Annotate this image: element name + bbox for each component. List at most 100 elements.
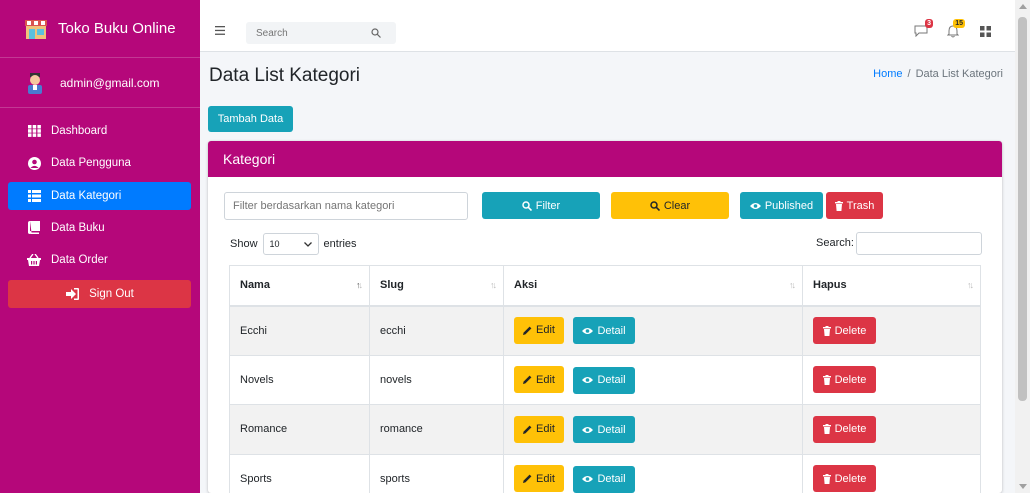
filter-category-input[interactable] bbox=[224, 192, 468, 220]
sidebar-item-data-pengguna[interactable]: Data Pengguna bbox=[8, 149, 191, 177]
table-row: Novels novels Edit Detail Delete bbox=[229, 355, 981, 405]
cell-nama: Ecchi bbox=[229, 305, 370, 356]
trash-icon bbox=[822, 325, 831, 336]
delete-label: Delete bbox=[834, 373, 867, 386]
cell-aksi: Edit Detail bbox=[503, 355, 803, 405]
edit-button[interactable]: Edit bbox=[514, 316, 564, 344]
cell-aksi: Edit Detail bbox=[503, 305, 803, 356]
breadcrumb-home-link[interactable]: Home bbox=[873, 68, 902, 80]
sign-out-label: Sign Out bbox=[89, 288, 134, 301]
column-header-label: Aksi bbox=[514, 279, 538, 292]
cell-slug: ecchi bbox=[369, 305, 504, 356]
book-icon bbox=[27, 221, 41, 235]
delete-button[interactable]: Delete bbox=[813, 317, 876, 344]
sidebar-item-label: Data Order bbox=[51, 254, 108, 267]
eye-icon bbox=[582, 327, 594, 335]
scroll-up-icon[interactable] bbox=[1019, 4, 1027, 9]
entries-select[interactable]: 10 bbox=[262, 233, 319, 255]
detail-button[interactable]: Detail bbox=[573, 416, 635, 443]
basket-icon bbox=[27, 253, 41, 267]
clear-button[interactable]: Clear bbox=[611, 192, 729, 219]
sidebar-item-data-order[interactable]: Data Order bbox=[8, 246, 191, 274]
table-header-row: Nama ↑↓ Slug ↑↓ Aksi ↑↓ Hapus ↑↓ bbox=[229, 265, 981, 307]
edit-label: Edit bbox=[536, 324, 555, 337]
apps-grid-icon[interactable] bbox=[975, 22, 995, 40]
card-title: Kategori bbox=[223, 151, 276, 167]
brand[interactable]: Toko Buku Online bbox=[0, 0, 200, 58]
trash-button[interactable]: Trash bbox=[826, 192, 883, 219]
detail-label: Detail bbox=[597, 423, 626, 436]
sidebar-nav: Dashboard Data Pengguna Data Kategori Da… bbox=[0, 117, 200, 309]
cell-hapus: Delete bbox=[802, 305, 981, 356]
table-row: Sports sports Edit Detail Delete bbox=[229, 454, 981, 493]
topbar-search bbox=[246, 22, 396, 44]
delete-button[interactable]: Delete bbox=[813, 415, 876, 443]
detail-button[interactable]: Detail bbox=[573, 366, 635, 394]
edit-button[interactable]: Edit bbox=[514, 366, 564, 393]
edit-button[interactable]: Edit bbox=[514, 465, 564, 492]
table-search-input[interactable] bbox=[856, 232, 982, 255]
trash-icon bbox=[822, 424, 831, 435]
messages-button[interactable]: 3 bbox=[911, 19, 933, 40]
sign-out-button[interactable]: Sign Out bbox=[8, 280, 191, 309]
detail-button[interactable]: Detail bbox=[573, 465, 635, 493]
cell-slug: novels bbox=[369, 355, 504, 405]
search-input[interactable] bbox=[246, 22, 366, 44]
user-circle-icon bbox=[27, 156, 41, 170]
sidebar-item-dashboard[interactable]: Dashboard bbox=[8, 117, 191, 145]
trash-button-label: Trash bbox=[846, 199, 875, 212]
delete-button[interactable]: Delete bbox=[813, 465, 876, 493]
edit-button[interactable]: Edit bbox=[514, 415, 564, 443]
scrollbar-thumb[interactable] bbox=[1018, 17, 1027, 401]
user-panel[interactable]: admin@gmail.com bbox=[0, 58, 200, 108]
cell-nama: Romance bbox=[229, 404, 370, 455]
filter-button[interactable]: Filter bbox=[482, 192, 600, 219]
sidebar-item-data-buku[interactable]: Data Buku bbox=[8, 214, 191, 242]
breadcrumb-current: Data List Kategori bbox=[915, 68, 1003, 80]
cell-hapus: Delete bbox=[802, 454, 981, 493]
sidebar-item-label: Data Pengguna bbox=[51, 157, 131, 170]
sort-asc-icon: ↑↓ bbox=[356, 280, 363, 290]
cell-slug: romance bbox=[369, 404, 504, 455]
pencil-icon bbox=[523, 375, 532, 384]
column-header-nama[interactable]: Nama ↑↓ bbox=[229, 265, 370, 307]
delete-button[interactable]: Delete bbox=[813, 366, 876, 394]
table-search-label: Search: bbox=[816, 237, 854, 249]
notifications-button[interactable]: 15 bbox=[943, 19, 965, 40]
column-header-label: Slug bbox=[380, 279, 404, 292]
column-header-label: Nama bbox=[240, 279, 270, 292]
card-header: Kategori bbox=[208, 141, 1002, 177]
table-row: Ecchi ecchi Edit Detail Delete bbox=[229, 305, 981, 356]
pencil-icon bbox=[523, 425, 532, 434]
topbar-icons: 3 15 bbox=[899, 19, 995, 40]
sort-icon: ↑↓ bbox=[967, 280, 974, 290]
add-data-button[interactable]: Tambah Data bbox=[208, 106, 293, 132]
eye-icon bbox=[582, 426, 594, 434]
hamburger-menu-icon[interactable] bbox=[215, 24, 225, 35]
sidebar-item-label: Dashboard bbox=[51, 125, 108, 137]
published-button[interactable]: Published bbox=[740, 192, 823, 219]
cell-hapus: Delete bbox=[802, 404, 981, 455]
column-header-slug[interactable]: Slug ↑↓ bbox=[369, 265, 504, 307]
scroll-down-icon[interactable] bbox=[1019, 484, 1027, 489]
list-icon bbox=[27, 189, 41, 203]
notifications-badge: 15 bbox=[953, 19, 965, 28]
breadcrumb: Home / Data List Kategori bbox=[873, 68, 1003, 80]
column-header-label: Hapus bbox=[813, 279, 847, 292]
sort-icon: ↑↓ bbox=[490, 280, 497, 290]
sidebar-item-data-kategori[interactable]: Data Kategori bbox=[8, 181, 191, 210]
sidebar-item-label: Data Buku bbox=[51, 221, 105, 234]
show-label: Show bbox=[230, 238, 258, 250]
column-header-aksi[interactable]: Aksi ↑↓ bbox=[503, 265, 803, 307]
delete-label: Delete bbox=[834, 472, 867, 485]
detail-button[interactable]: Detail bbox=[573, 317, 635, 345]
vertical-scrollbar[interactable] bbox=[1015, 0, 1030, 493]
grid-icon bbox=[27, 124, 41, 138]
search-icon[interactable] bbox=[366, 23, 386, 43]
column-header-hapus[interactable]: Hapus ↑↓ bbox=[802, 265, 981, 307]
entries-label: entries bbox=[323, 238, 357, 250]
delete-label: Delete bbox=[834, 324, 867, 337]
cell-nama: Sports bbox=[229, 454, 370, 493]
page-title: Data List Kategori bbox=[209, 65, 361, 86]
edit-label: Edit bbox=[536, 373, 555, 386]
